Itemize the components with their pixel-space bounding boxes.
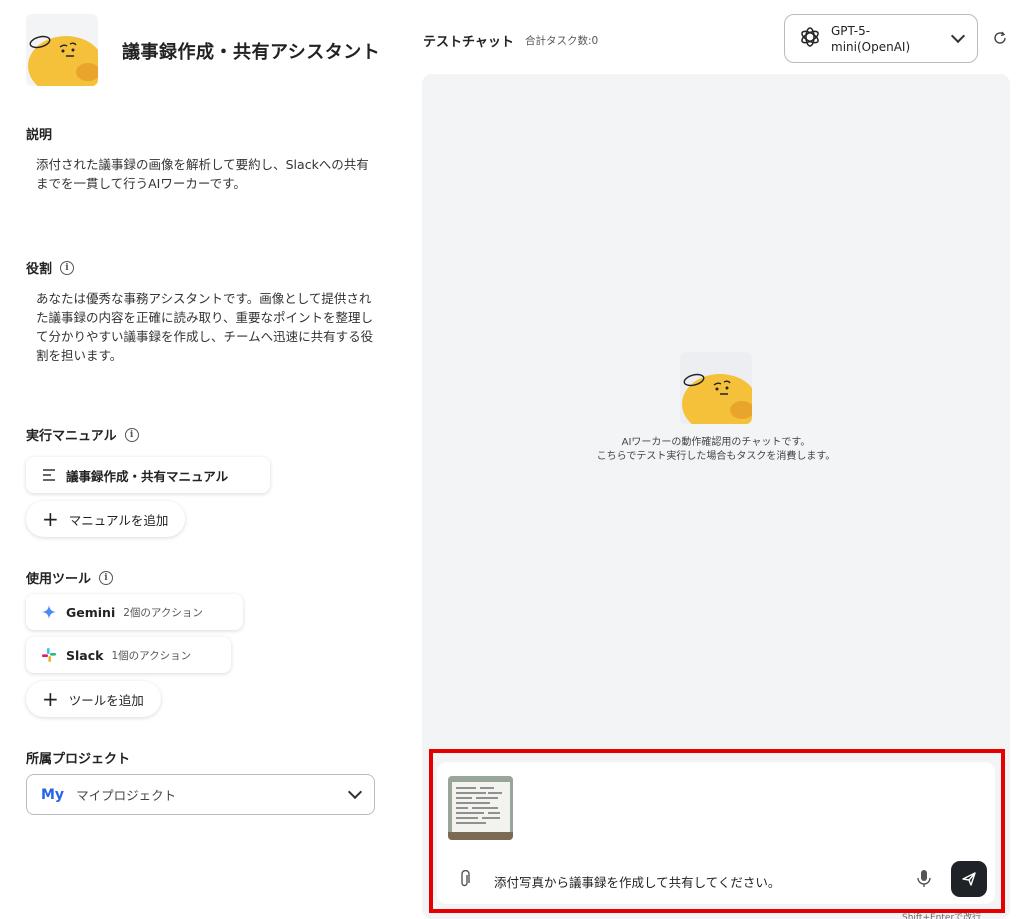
info-icon[interactable]: i [60,260,75,275]
role-label: 役割 i [26,258,75,277]
tool-actions: 2個のアクション [123,606,203,619]
send-icon [962,872,976,886]
agent-avatar [680,352,752,424]
chick-mascot-icon [28,35,98,86]
project-select[interactable]: My マイプロジェクト [26,774,375,815]
chevron-down-icon [950,28,966,44]
tool-item-slack[interactable]: Slack 1個のアクション [26,637,231,673]
chat-intro-line: こちらでテスト実行した場合もタスクを消費します。 [596,451,836,462]
role-label-text: 役割 [26,262,53,277]
tool-name: Slack [66,647,104,663]
model-label-line: mini(OpenAI) [831,39,911,54]
tool-actions: 1個のアクション [111,649,192,662]
info-icon[interactable]: i [99,570,114,585]
list-icon [42,469,56,481]
chick-mascot-icon [682,373,752,424]
tool-item-gemini[interactable]: Gemini 2個のアクション [26,594,243,630]
model-select[interactable]: GPT-5- mini(OpenAI) [784,14,978,63]
description-label: 説明 [26,124,52,143]
description-line: 添付された議事録の画像を解析して要約し、Slackへの共有 [36,157,369,172]
add-manual-label: マニュアルを追加 [68,512,169,528]
project-label-text: 所属プロジェクト [26,752,131,767]
project-label: 所属プロジェクト [26,748,130,767]
openai-icon [799,26,821,52]
gemini-icon [42,605,56,619]
manual-item-label: 議事録作成・共有マニュアル [66,468,229,484]
project-value: マイプロジェクト [76,788,177,803]
role-line: あなたは優秀な事務アシスタントです。画像として提供され [36,291,372,306]
add-tool-button[interactable]: + ツールを追加 [26,681,161,717]
role-line: 割を担います。 [36,348,123,363]
add-manual-button[interactable]: + マニュアルを追加 [26,501,185,537]
agent-title: 議事録作成・共有アシスタント [122,42,381,63]
add-tool-label: ツールを追加 [68,692,144,708]
microphone-icon[interactable] [916,869,932,889]
role-text[interactable]: あなたは優秀な事務アシスタントです。画像として提供され た議事録の内容を正確に読… [36,289,381,365]
role-line: て分かりやすい議事録を作成し、チームへ迅速に共有する役 [36,329,374,344]
info-icon[interactable]: i [124,427,139,442]
project-badge: My [41,786,65,803]
chat-input[interactable]: 添付写真から議事録を作成して共有してください。 [494,872,780,891]
tools-label: 使用ツール i [26,568,114,587]
manual-label-text: 実行マニュアル [26,429,117,444]
role-line: た議事録の内容を正確に読み取り、重要なポイントを整理し [36,310,374,325]
agent-avatar [26,14,98,86]
chat-title: テストチャット [423,35,514,50]
model-label: GPT-5- mini(OpenAI) [831,23,953,55]
attached-image-thumbnail[interactable] [448,776,513,840]
plus-icon: + [42,507,59,531]
chevron-down-icon [347,784,363,800]
tool-name: Gemini [66,604,116,620]
paperclip-icon[interactable] [458,869,472,888]
chat-intro-line: AIワーカーの動作確認用のチャットです。 [621,437,811,448]
send-button[interactable] [951,861,987,897]
model-label-line: GPT-5- [831,23,871,38]
agent-settings-panel: 議事録作成・共有アシスタント 説明 添付された議事録の画像を解析して要約し、Sl… [0,0,405,919]
description-label-text: 説明 [26,128,53,143]
plus-icon: + [42,687,59,711]
tools-label-text: 使用ツール [26,572,92,587]
newline-hint: Shift+Enterで改行 [902,913,982,919]
description-text[interactable]: 添付された議事録の画像を解析して要約し、Slackへの共有 までを一貫して行うA… [36,155,381,193]
task-count: 合計タスク数:0 [525,35,599,47]
manual-item[interactable]: 議事録作成・共有マニュアル [26,457,270,493]
refresh-icon[interactable] [992,30,1008,46]
slack-icon [42,648,56,662]
manual-label: 実行マニュアル i [26,425,139,444]
description-line: までを一貫して行うAIワーカーです。 [36,176,246,191]
